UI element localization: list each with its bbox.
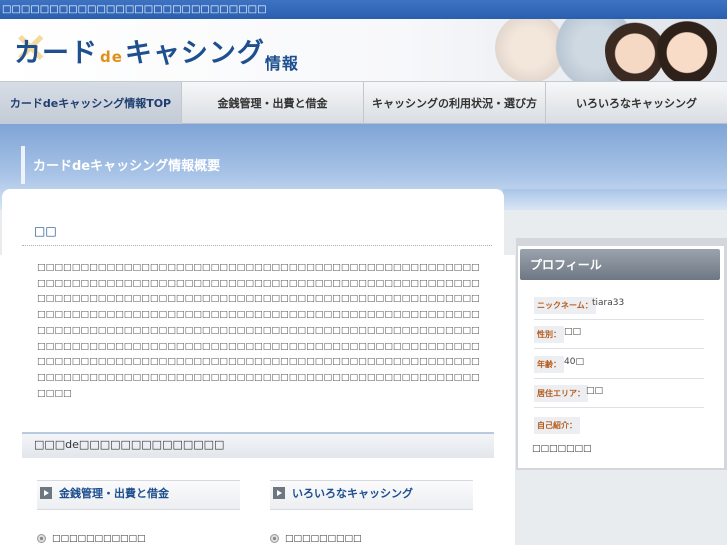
profile-header: プロフィール: [520, 249, 720, 280]
article-link-label: □□□□□□□□□□□: [52, 534, 146, 544]
bullet-icon: [37, 534, 46, 543]
category-card-money[interactable]: 金銭管理・出費と借金: [37, 480, 240, 510]
main-nav: カードdeキャッシング情報TOP 金銭管理・出費と借金 キャッシングの利用状況・…: [0, 81, 727, 124]
category-card-various[interactable]: いろいろなキャッシング: [270, 480, 473, 510]
logo-text-tail: キャシング: [124, 38, 265, 69]
site-header: ✕ カード deキャシング情報: [0, 19, 727, 81]
logo-text-main: カード: [14, 38, 98, 69]
profile-row-age: 年齢： 40□: [534, 351, 704, 379]
content-panel-top: [2, 189, 504, 259]
banner-fade: [503, 189, 727, 209]
nav-item-various-cashing[interactable]: いろいろなキャッシング: [546, 82, 727, 124]
profile-label: 居住エリア：: [534, 385, 588, 402]
profile-row-intro: 自己紹介：: [534, 412, 704, 440]
category-card-label: いろいろなキャッシング: [292, 487, 413, 500]
section-title: □□: [34, 224, 57, 238]
profile-value: □□: [564, 327, 582, 337]
article-link-label: □□□□□□□□□: [285, 534, 362, 544]
profile-value: 40□: [564, 357, 584, 367]
site-logo[interactable]: カード deキャシング情報: [14, 31, 299, 73]
header-photo: [485, 19, 727, 81]
logo-text-small: 情報: [264, 54, 299, 73]
section-divider: [22, 245, 492, 246]
profile-header-title: プロフィール: [530, 258, 602, 272]
play-arrow-icon: [273, 487, 285, 499]
profile-label: 年齢：: [534, 356, 564, 373]
top-bar: □□□□□□□□□□□□□□□□□□□□□□□□□□□□: [0, 0, 727, 19]
nav-item-top[interactable]: カードdeキャッシング情報TOP: [0, 82, 182, 124]
article-link[interactable]: □□□□□□□□□□□: [37, 534, 146, 544]
profile-row-nickname: ニックネーム： tiara33: [534, 292, 704, 320]
profile-row-gender: 性別： □□: [534, 321, 704, 349]
logo-text-de: de: [100, 48, 123, 66]
article-link[interactable]: □□□□□□□□□: [270, 534, 362, 544]
profile-intro-text: □□□□□□□: [532, 444, 592, 454]
profile-value: tiara33: [592, 298, 625, 308]
banner-accent-bar: [21, 146, 25, 184]
play-arrow-icon: [40, 487, 52, 499]
profile-label: 性別：: [534, 326, 564, 343]
profile-label: ニックネーム：: [534, 297, 596, 314]
profile-row-area: 居住エリア： □□: [534, 380, 704, 408]
nav-item-usage-selection[interactable]: キャッシングの利用状況・選び方: [364, 82, 546, 124]
category-heading: □□□de□□□□□□□□□□□□□□: [22, 432, 494, 458]
category-card-label: 金銭管理・出費と借金: [59, 487, 169, 500]
banner-title: カードdeキャッシング情報概要: [33, 159, 221, 174]
intro-paragraph: □□□□□□□□□□□□□□□□□□□□□□□□□□□□□□□□□□□□□□□□…: [37, 262, 480, 399]
profile-value: □□: [586, 386, 604, 396]
nav-item-money-management[interactable]: 金銭管理・出費と借金: [182, 82, 364, 124]
bullet-icon: [270, 534, 279, 543]
profile-label: 自己紹介：: [534, 417, 580, 434]
